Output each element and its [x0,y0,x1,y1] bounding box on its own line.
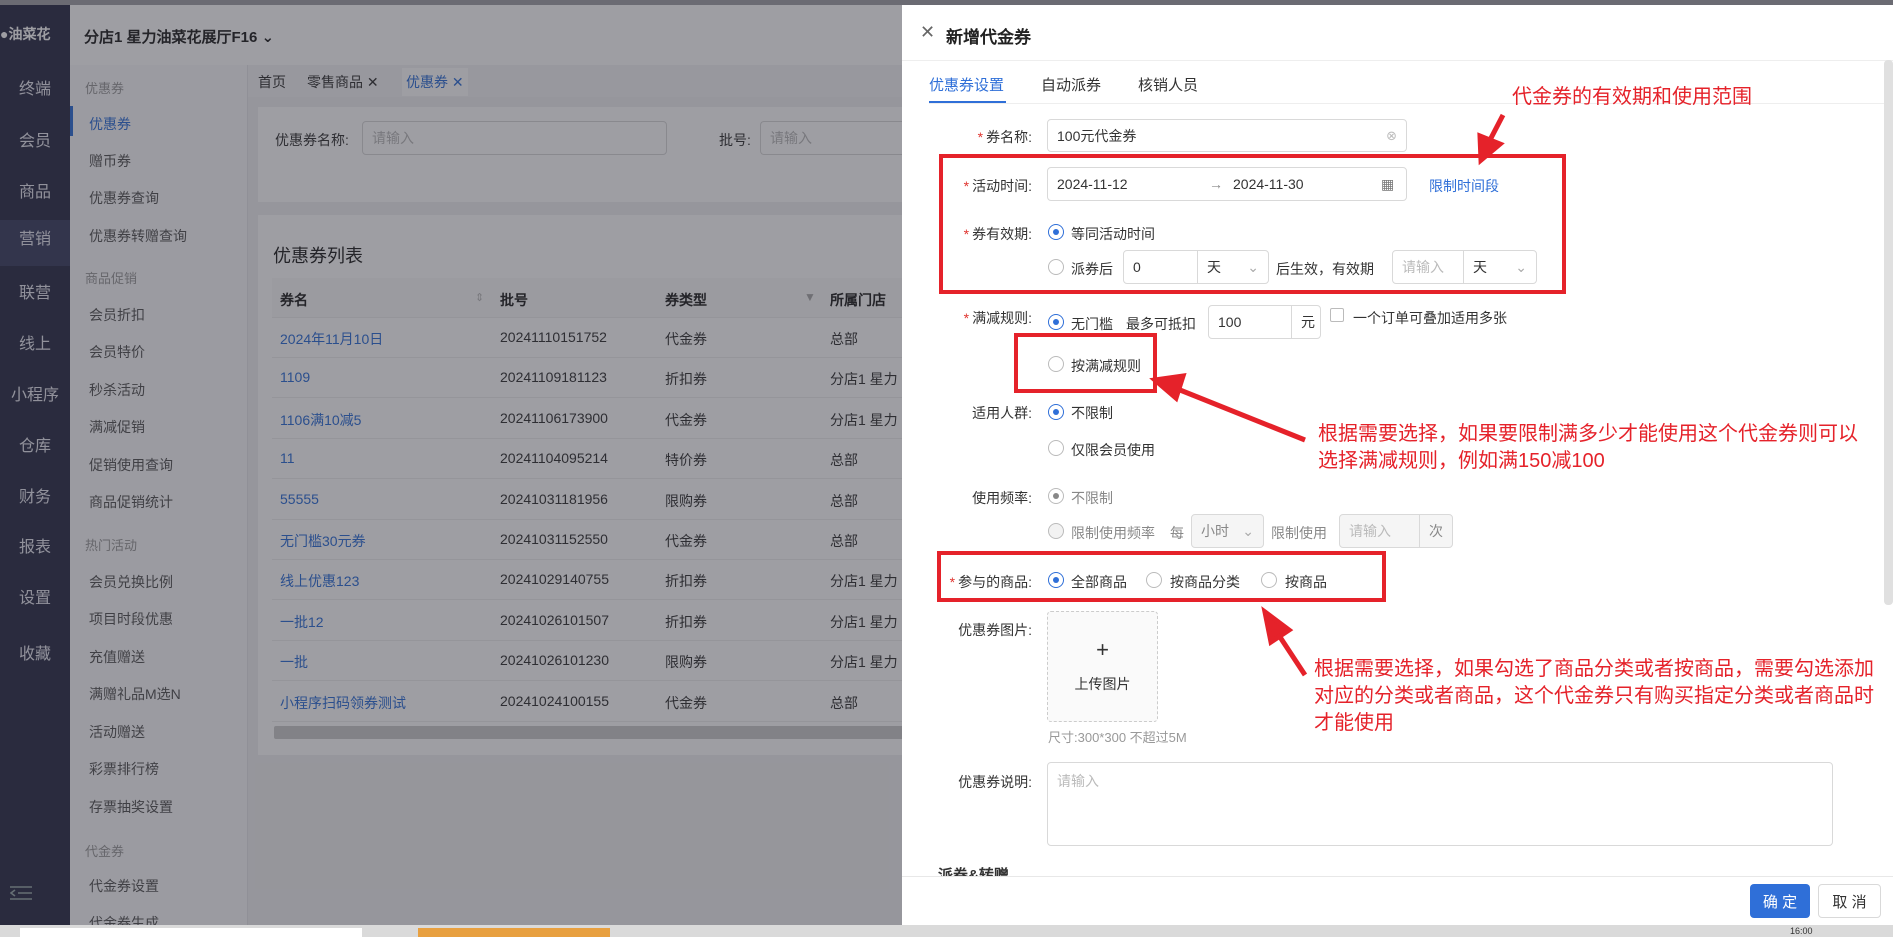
rule-unit: 元 [1291,305,1321,339]
freq-unlimited-text: 不限制 [1071,490,1113,506]
stack-checkbox[interactable] [1330,308,1344,322]
upload-text: 上传图片 [1074,676,1131,692]
rule-label: * 满减规则: [963,310,1032,326]
modal-mask[interactable] [0,5,902,925]
annotation-box-goods [937,551,1386,602]
voucher-name-input[interactable]: 100元代金券 ⊗ [1047,119,1407,152]
rule-no-threshold-radio[interactable] [1048,314,1064,330]
annotation-note-goods: 根据需要选择，如果勾选了商品分类或者按商品，需要勾选添加对应的分类或者商品，这个… [1314,658,1874,734]
description-textarea[interactable]: 请输入 [1047,762,1833,846]
freq-each-text: 每 [1170,525,1184,541]
taskbar-apps[interactable] [418,928,610,937]
crowd-label: 适用人群: [972,405,1032,421]
stack-text: 一个订单可叠加适用多张 [1353,310,1507,326]
cancel-button[interactable]: 取 消 [1818,884,1881,918]
taskbar-search[interactable] [20,928,362,937]
description-label: 优惠券说明: [958,774,1032,790]
tab-coupon-settings[interactable]: 优惠券设置 [929,74,1004,95]
rule-amount-input[interactable]: 100 [1208,305,1292,339]
tab-verify-staff[interactable]: 核销人员 [1138,74,1198,95]
freq-limit-use-text: 限制使用 [1271,525,1327,541]
crowd-member-text: 仅限会员使用 [1071,442,1155,458]
freq-unit-select[interactable]: 小时 ⌄ [1191,514,1264,548]
freq-count-input[interactable]: 请输入 [1339,514,1420,548]
clear-icon[interactable]: ⊗ [1386,128,1397,144]
annotation-note-validity: 代金券的有效期和使用范围 [1512,86,1752,108]
annotation-note-rule: 根据需要选择，如果要限制满多少才能使用这个代金券则可以选择满减规则，例如满150… [1318,423,1858,472]
freq-times-unit: 次 [1419,514,1453,548]
freq-limit-radio[interactable] [1048,523,1064,539]
divider [902,60,1893,61]
tab-auto-dispatch[interactable]: 自动派券 [1041,74,1101,95]
crowd-all-text: 不限制 [1071,405,1113,421]
clock: 16:00 [1790,926,1813,936]
confirm-button[interactable]: 确 定 [1750,884,1810,918]
chevron-down-icon: ⌄ [1242,522,1254,539]
crowd-all-radio[interactable] [1048,404,1064,420]
plus-icon: + [1096,637,1109,662]
freq-limit-text: 限制使用频率 [1071,525,1155,541]
vertical-scrollbar[interactable] [1884,60,1893,605]
drawer-title: 新增代金券 [946,28,1031,47]
annotation-box-rule [1014,333,1157,393]
image-hint: 尺寸:300*300 不超过5M [1048,730,1187,745]
rule-max-text: 最多可抵扣 [1126,316,1196,332]
close-icon[interactable]: ✕ [920,22,935,43]
footer-divider [902,876,1893,877]
annotation-box-validity [939,154,1566,294]
freq-unlimited-radio[interactable] [1048,488,1064,504]
voucher-name-label: * 券名称: [977,129,1032,145]
upload-image-button[interactable]: + 上传图片 [1047,611,1158,722]
frequency-label: 使用频率: [972,490,1032,506]
image-label: 优惠券图片: [958,622,1032,638]
rule-no-threshold-text: 无门槛 [1071,316,1113,332]
section-dispatch-transfer: 派券&转赠 [938,867,1009,876]
crowd-member-radio[interactable] [1048,440,1064,456]
